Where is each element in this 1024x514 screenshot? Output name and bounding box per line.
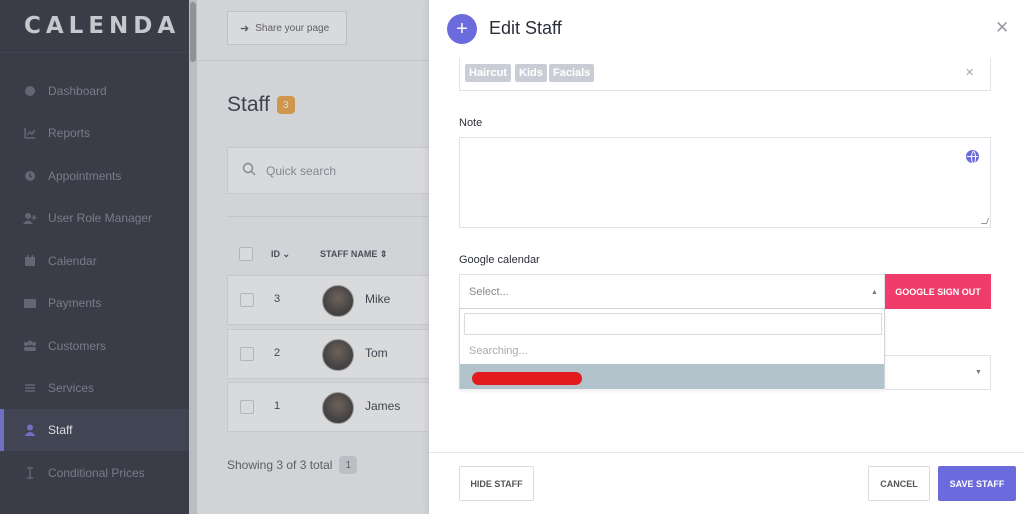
cancel-button[interactable]: CANCEL [868,466,930,501]
google-calendar-label: Google calendar [459,254,540,266]
close-icon[interactable]: ✕ [995,18,1009,38]
services-multiselect[interactable]: Haircut Kids Facials ✕ [459,58,991,91]
edit-staff-panel: + Edit Staff ✕ Haircut Kids Facials ✕ No… [429,0,1024,514]
caret-up-icon: ▲ [871,289,878,296]
divider [429,452,1024,453]
secondary-select[interactable]: ▼ [885,355,991,390]
modal-header: + Edit Staff ✕ [429,0,1024,58]
select-placeholder: Select... [469,286,509,298]
service-tag[interactable]: Haircut [465,64,511,82]
google-calendar-select[interactable]: Select... ▲ [459,274,885,310]
redacted-mark [472,372,582,385]
dropdown-status: Searching... [469,345,528,357]
note-label: Note [459,117,483,129]
dropdown-option[interactable] [460,364,884,389]
calendar-dropdown: Searching... [459,308,885,389]
dropdown-search-input[interactable] [464,313,882,335]
hide-staff-button[interactable]: HIDE STAFF [459,466,534,501]
save-staff-button[interactable]: SAVE STAFF [938,466,1016,501]
google-sign-out-button[interactable]: GOOGLE SIGN OUT [885,274,991,309]
service-tag[interactable]: Kids [515,64,547,82]
globe-icon[interactable] [966,150,979,164]
note-textarea[interactable] [459,137,991,228]
resize-handle[interactable] [980,218,990,224]
modal-title: Edit Staff [489,18,562,38]
caret-down-icon: ▼ [975,369,982,376]
clear-icon[interactable]: ✕ [965,66,974,79]
service-tag[interactable]: Facials [549,64,595,82]
plus-icon: + [447,14,477,44]
